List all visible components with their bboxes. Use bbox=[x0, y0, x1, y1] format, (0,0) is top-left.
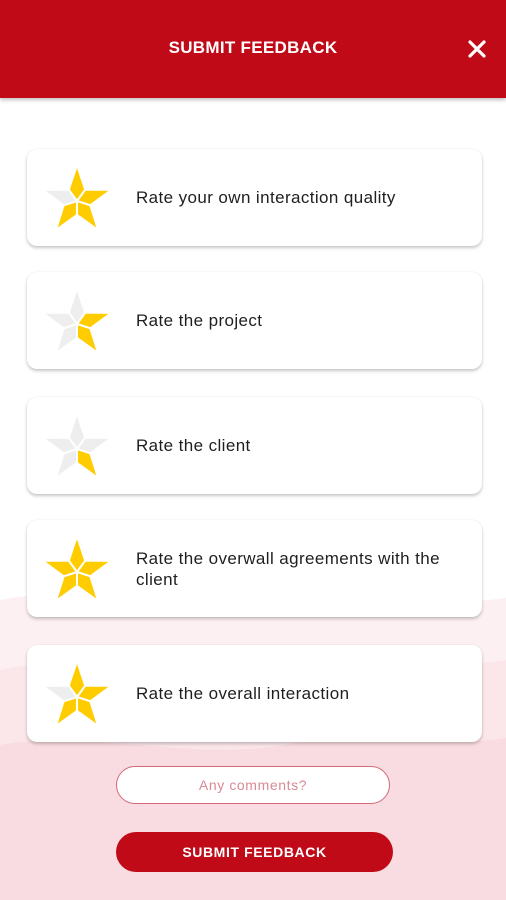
page-title: SUBMIT FEEDBACK bbox=[168, 38, 338, 57]
comments-input[interactable]: Any comments? bbox=[116, 766, 390, 804]
star-rating-icon[interactable] bbox=[41, 286, 113, 356]
star-rating-icon[interactable] bbox=[41, 659, 113, 729]
star-segment bbox=[76, 696, 100, 728]
star-segment bbox=[76, 448, 100, 480]
rating-card[interactable]: Rate the overall interaction bbox=[27, 645, 482, 742]
rating-label: Rate the overall interaction bbox=[136, 684, 350, 703]
rating-card[interactable]: Rate your own interaction quality bbox=[27, 149, 482, 246]
rating-label: Rate your own interaction quality bbox=[136, 188, 396, 207]
rating-label: Rate the project bbox=[136, 311, 263, 330]
rating-label: Rate the client bbox=[136, 436, 251, 455]
star-rating-icon[interactable] bbox=[41, 163, 113, 233]
star-rating-icon[interactable] bbox=[41, 411, 113, 481]
star-segment bbox=[76, 323, 100, 355]
header-bar: SUBMIT FEEDBACK bbox=[0, 0, 506, 98]
rating-card[interactable]: Rate the project bbox=[27, 272, 482, 369]
close-button[interactable] bbox=[462, 34, 492, 64]
close-icon bbox=[468, 40, 486, 58]
rating-card[interactable]: Rate the overwall agreements with the cl… bbox=[27, 520, 482, 617]
star-segment bbox=[76, 571, 100, 603]
rating-card[interactable]: Rate the client bbox=[27, 397, 482, 494]
submit-feedback-button[interactable]: SUBMIT FEEDBACK bbox=[116, 832, 393, 872]
star-segment bbox=[76, 200, 100, 232]
rating-label: Rate the overwall agreements with the cl… bbox=[136, 548, 440, 589]
star-rating-icon[interactable] bbox=[41, 534, 113, 604]
